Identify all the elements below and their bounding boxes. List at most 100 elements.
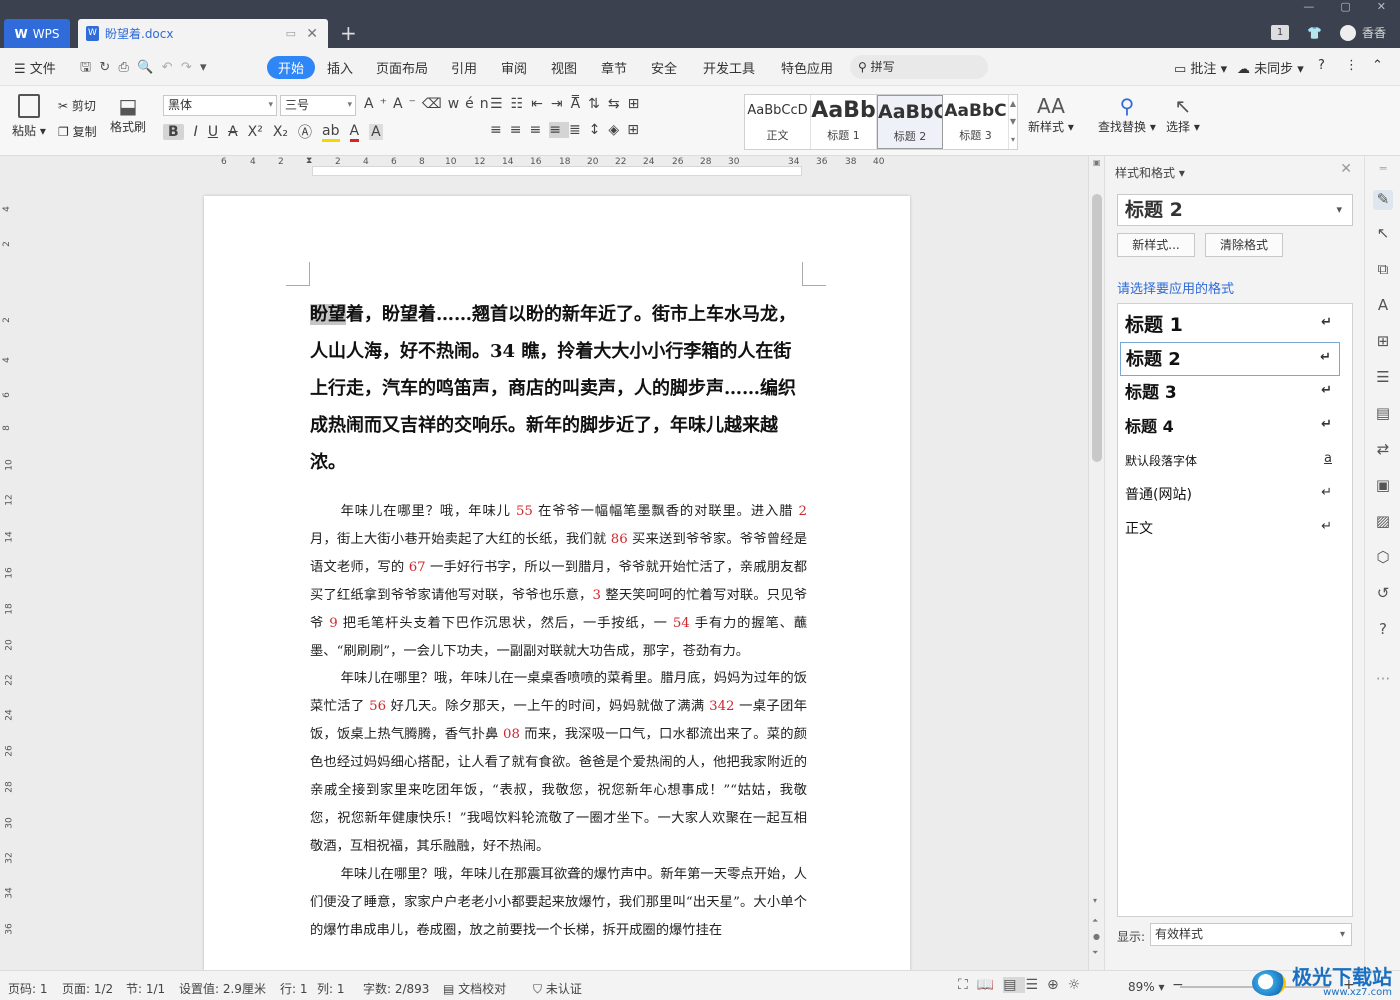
find-replace-button[interactable]: ⚲ 查找替换 ▾ [1098, 94, 1156, 135]
clear-format-button[interactable]: 清除格式 [1205, 233, 1283, 257]
shading-icon[interactable]: ◈ [608, 122, 627, 138]
web-view-icon[interactable]: ⊕ [1047, 977, 1068, 993]
cut-button[interactable]: ✂ 剪切 [58, 97, 96, 114]
tab-page-layout[interactable]: 页面布局 [376, 58, 428, 77]
document-page[interactable]: 盼望着，盼望着……翘首以盼的新年近了。街市上车水马龙，人山人海，好不热闹。34 … [204, 196, 910, 970]
line-spacing-icon[interactable]: ↕ [589, 122, 609, 138]
help-icon[interactable]: ? [1318, 58, 1325, 73]
more-options-icon[interactable]: ⋮ [1345, 58, 1358, 73]
proofread-button[interactable]: ▤ 文档校对 [443, 980, 506, 997]
print-preview-icon[interactable]: 🔍 [137, 60, 153, 75]
strikethrough-icon[interactable]: A [228, 124, 238, 140]
style-item-heading1[interactable]: 标题 1 ↵ [1120, 308, 1340, 342]
comment-button[interactable]: ▭ 批注 ▾ [1174, 58, 1227, 77]
undo-icon[interactable]: ↶ [162, 60, 173, 75]
select-browse-icon[interactable]: ● [1093, 932, 1100, 941]
status-row[interactable]: 行: 1 [280, 980, 308, 997]
body-paragraph[interactable]: 年味儿在哪里？哦，年味儿 55 在爷爷一幅幅笔墨飘香的对联里。进入腊 2 月，街… [310, 498, 807, 665]
copy-button[interactable]: ❐ 复制 [58, 123, 97, 140]
gallery-style-heading3[interactable]: AaBbC 标题 3 [943, 95, 1009, 149]
horizontal-ruler[interactable]: 6 4 2 ⧗ 2 4 6 8 10 12 14 16 18 20 22 24 … [0, 156, 1090, 180]
underline-icon[interactable]: U [208, 124, 218, 140]
more-icon[interactable]: ··· [1373, 670, 1393, 690]
grow-font-icon[interactable]: A⁺ [364, 96, 393, 112]
scroll-down-icon[interactable]: ▾ [1093, 896, 1097, 905]
file-menu[interactable]: ☰ 文件 [14, 58, 56, 77]
status-section[interactable]: 节: 1/1 [126, 980, 165, 997]
archive-icon[interactable]: ▣ [1373, 476, 1393, 496]
tab-review[interactable]: 审阅 [501, 58, 527, 77]
shrink-font-icon[interactable]: A⁻ [393, 96, 422, 112]
maximize-icon[interactable]: ▢ [1340, 0, 1350, 14]
current-style-select[interactable]: 标题 2 [1117, 194, 1353, 226]
chinese-layout-icon[interactable]: A̿ [571, 96, 589, 112]
vertical-ruler[interactable]: 4 2 2 4 6 8 10 12 14 16 18 20 22 24 26 2… [0, 180, 20, 970]
panel-title[interactable]: 样式和格式 ▾ [1115, 164, 1185, 181]
subscript-icon[interactable]: X₂ [273, 124, 288, 140]
style-item-heading3[interactable]: 标题 3 ↵ [1120, 376, 1340, 410]
gallery-style-heading2[interactable]: AaBbC 标题 2 [877, 95, 943, 149]
status-column[interactable]: 列: 1 [317, 980, 345, 997]
tab-start[interactable]: 开始 [267, 56, 316, 79]
minimize-icon[interactable]: — [1303, 0, 1314, 14]
highlight-icon[interactable]: ab [322, 123, 340, 142]
skin-icon[interactable]: 👕 [1307, 26, 1322, 40]
paste-button[interactable]: 粘贴 ▾ [12, 94, 46, 139]
style-pen-icon[interactable]: ✎ [1373, 190, 1393, 210]
table-icon[interactable]: ⊞ [1373, 332, 1393, 352]
superscript-icon[interactable]: X² [248, 124, 263, 140]
help-circle-icon[interactable]: ? [1373, 620, 1393, 640]
new-tab-button[interactable]: + [340, 19, 357, 47]
font-color-icon[interactable]: A [349, 123, 360, 142]
settings-sliders-icon[interactable]: ☰ [1373, 368, 1393, 388]
style-item-default-font[interactable]: 默认段落字体 a [1120, 444, 1340, 478]
bullet-list-icon[interactable]: ☰ [490, 96, 511, 112]
user-name[interactable]: 香香 [1362, 24, 1386, 41]
shield-icon[interactable]: ⬡ [1373, 548, 1393, 568]
status-pages[interactable]: 页面: 1/2 [62, 980, 113, 997]
search-input[interactable]: ⚲ 拼写 [850, 55, 988, 79]
select-cursor-icon[interactable]: ↖ [1373, 224, 1393, 244]
numbered-list-icon[interactable]: ☷ [511, 96, 532, 112]
undo-history-icon[interactable]: ↻ [99, 60, 110, 75]
document-heading[interactable]: 盼望着，盼望着……翘首以盼的新年近了。街市上车水马龙，人山人海，好不热闹。34 … [310, 296, 807, 481]
document-body[interactable]: 年味儿在哪里？哦，年味儿 55 在爷爷一幅幅笔墨飘香的对联里。进入腊 2 月，街… [310, 498, 807, 945]
new-style-button[interactable]: AA 新样式 ▾ [1028, 94, 1074, 135]
status-setting[interactable]: 设置值: 2.9厘米 [179, 980, 266, 997]
text-effect-icon[interactable]: Ⓐ [298, 122, 312, 142]
page-view-icon[interactable]: ▤ [1003, 977, 1026, 993]
decrease-indent-icon[interactable]: ⇤ [531, 96, 551, 112]
style-item-heading4[interactable]: 标题 4 ↵ [1120, 410, 1340, 444]
style-item-normal-web[interactable]: 普通(网站) ↵ [1120, 478, 1340, 512]
tab-security[interactable]: 安全 [651, 58, 677, 77]
close-tab-icon[interactable]: ✕ [306, 26, 318, 42]
customize-icon[interactable]: ▾ [200, 60, 207, 75]
borders-icon[interactable]: ⊞ [627, 122, 647, 138]
tab-insert[interactable]: 插入 [327, 58, 353, 77]
gallery-scroll[interactable]: ▲ ▼ ▾ [1009, 95, 1017, 149]
eraser-icon[interactable]: ⌫ [422, 96, 448, 112]
tab-special-apps[interactable]: 特色应用 [781, 58, 833, 77]
image-icon[interactable]: ▨ [1373, 512, 1393, 532]
reading-mode-icon[interactable]: 📖 [977, 977, 1003, 993]
new-style-panel-button[interactable]: 新样式... [1117, 233, 1195, 257]
gallery-style-normal[interactable]: AaBbCcD 正文 [745, 95, 811, 149]
certification-status[interactable]: ⛉ 未认证 [533, 980, 582, 997]
char-shading-icon[interactable]: A [369, 124, 383, 140]
body-paragraph[interactable]: 年味儿在哪里？哦，年味儿在一桌桌香喷喷的菜肴里。腊月底，妈妈为过年的饭菜忙活了 … [310, 665, 807, 860]
selected-text[interactable]: 盼望 [310, 304, 346, 325]
tab-view[interactable]: 视图 [551, 58, 577, 77]
document-tab[interactable]: W 盼望着.docx ▭ ✕ [78, 19, 328, 48]
fullscreen-icon[interactable]: ⛶ [958, 977, 977, 993]
zoom-select[interactable]: 89% ▾ [1128, 980, 1165, 994]
italic-icon[interactable]: I [194, 124, 198, 140]
close-window-icon[interactable]: ✕ [1377, 0, 1386, 14]
font-size-select[interactable]: 三号 [280, 95, 356, 116]
translate-icon[interactable]: ⇄ [1373, 440, 1393, 460]
tab-references[interactable]: 引用 [451, 58, 477, 77]
avatar[interactable] [1339, 24, 1356, 41]
text-format-icon[interactable]: A [1373, 296, 1393, 316]
gallery-style-heading1[interactable]: AaBb 标题 1 [811, 95, 877, 149]
status-word-count[interactable]: 字数: 2/893 [363, 980, 429, 997]
document-canvas[interactable]: 盼望着，盼望着……翘首以盼的新年近了。街市上车水马龙，人山人海，好不热闹。34 … [20, 180, 1088, 970]
